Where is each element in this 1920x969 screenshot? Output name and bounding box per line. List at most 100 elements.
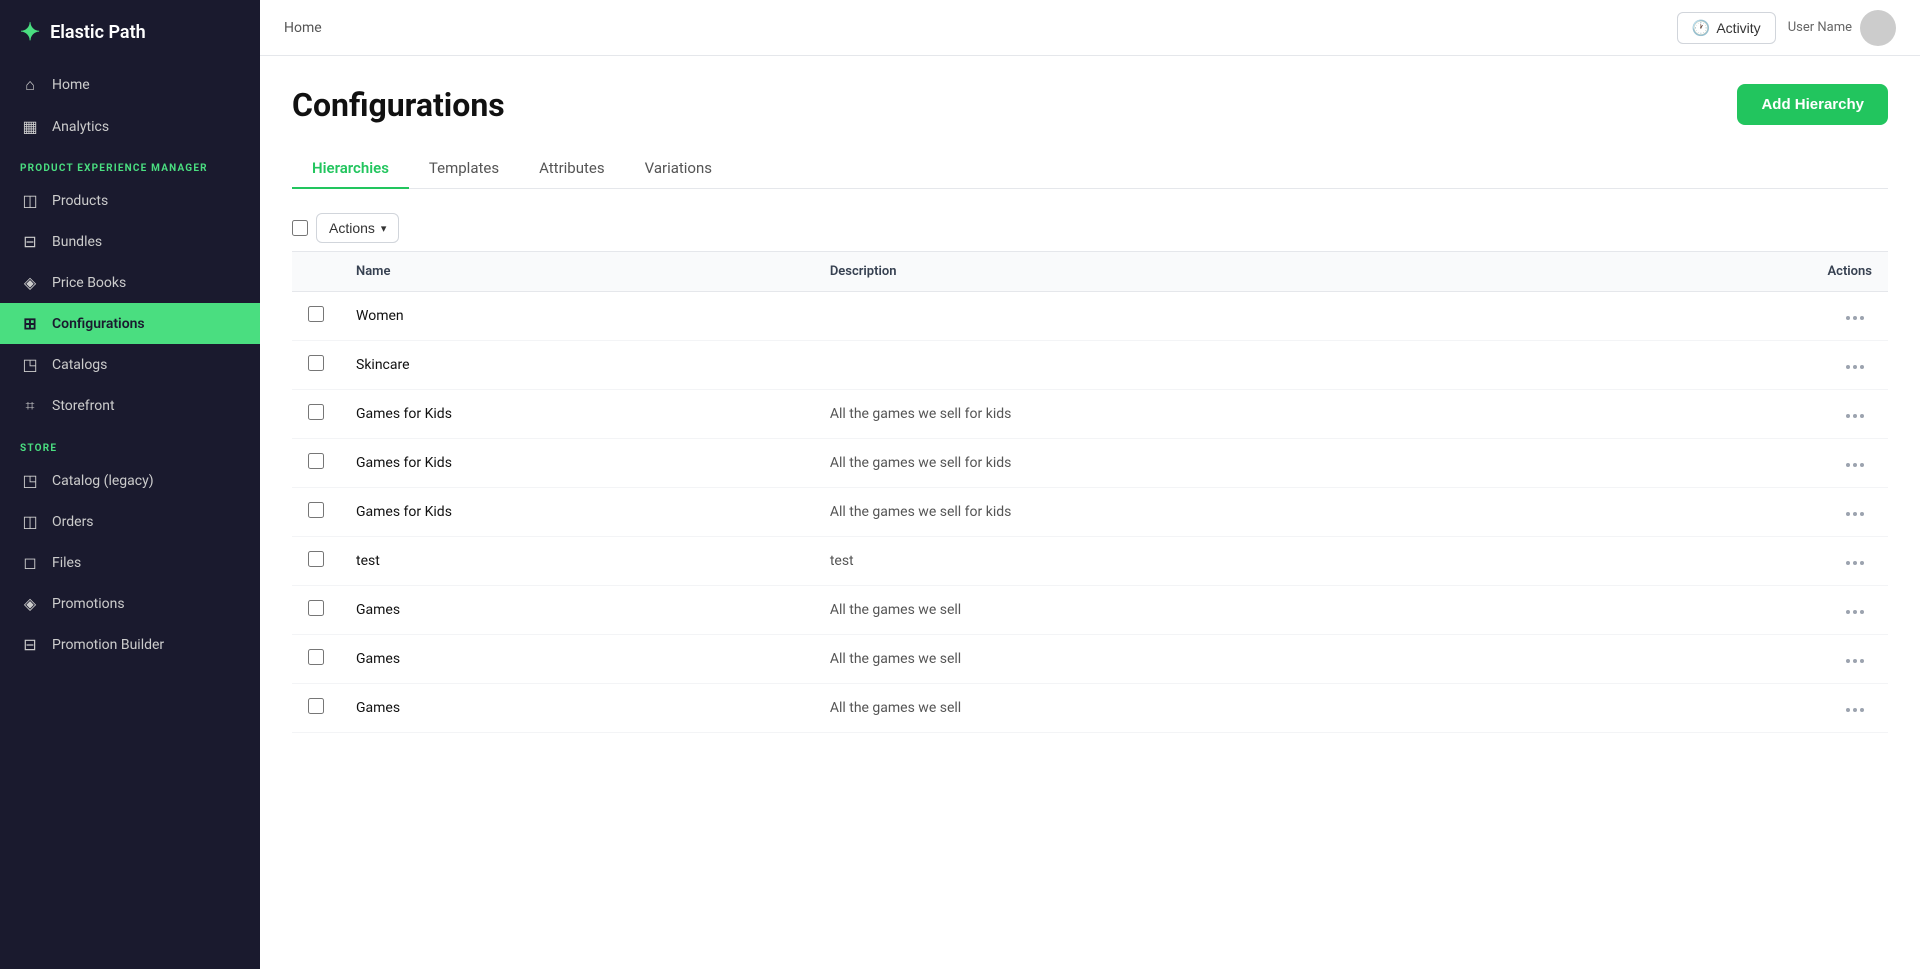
row-name: Games for Kids [340,439,814,488]
row-actions-cell [1605,586,1888,635]
row-actions-menu-button[interactable] [1838,312,1872,324]
tab-attributes[interactable]: Attributes [519,149,625,189]
sidebar-item-orders[interactable]: ◫ Orders [0,501,260,542]
sidebar-item-price-books[interactable]: ◈ Price Books [0,262,260,303]
row-description: All the games we sell for kids [814,439,1605,488]
row-actions-cell [1605,488,1888,537]
select-all-checkbox[interactable] [292,220,308,236]
sidebar-logo: ✦ Elastic Path [0,0,260,64]
row-actions-menu-button[interactable] [1838,410,1872,422]
row-actions-cell [1605,635,1888,684]
sidebar-item-products[interactable]: ◫ Products [0,180,260,221]
avatar[interactable] [1860,10,1896,46]
breadcrumb: Home [284,20,322,36]
sidebar-item-configurations[interactable]: ⊞ Configurations [0,303,260,344]
sidebar-logo-text: Elastic Path [50,22,146,43]
sidebar-item-storefront[interactable]: ⌗ Storefront [0,385,260,427]
row-actions-menu-button[interactable] [1838,606,1872,618]
user-avatar-area: User Name [1788,10,1896,46]
table-row: Games All the games we sell [292,684,1888,733]
dot-2 [1853,512,1857,516]
tabs-bar: Hierarchies Templates Attributes Variati… [292,149,1888,189]
actions-dropdown-button[interactable]: Actions ▾ [316,213,399,243]
dot-1 [1846,561,1850,565]
col-description: Description [814,252,1605,292]
table-row: Games for Kids All the games we sell for… [292,390,1888,439]
row-description [814,341,1605,390]
dot-2 [1853,463,1857,467]
row-checkbox[interactable] [308,551,324,567]
sidebar-item-products-label: Products [52,193,108,209]
row-checkbox[interactable] [308,355,324,371]
sidebar-item-promotion-builder[interactable]: ⊟ Promotion Builder [0,624,260,665]
activity-button[interactable]: 🕐 Activity [1677,12,1776,44]
sidebar-pem-nav: ◫ Products ⊟ Bundles ◈ Price Books ⊞ Con… [0,180,260,427]
sidebar-item-home[interactable]: ⌂ Home [0,64,260,106]
row-description: All the games we sell for kids [814,488,1605,537]
dot-2 [1853,610,1857,614]
row-actions-menu-button[interactable] [1838,704,1872,716]
row-checkbox[interactable] [308,404,324,420]
dot-1 [1846,659,1850,663]
dot-1 [1846,316,1850,320]
page-title: Configurations [292,86,505,124]
add-hierarchy-button[interactable]: Add Hierarchy [1737,84,1888,125]
user-name: User Name [1788,20,1852,35]
tab-templates[interactable]: Templates [409,149,519,189]
row-actions-cell [1605,292,1888,341]
row-actions-menu-button[interactable] [1838,655,1872,667]
dot-2 [1853,561,1857,565]
dot-3 [1860,708,1864,712]
row-name: Skincare [340,341,814,390]
sidebar-item-promotion-builder-label: Promotion Builder [52,637,164,653]
dot-3 [1860,659,1864,663]
row-checkbox[interactable] [308,649,324,665]
table-row: Games All the games we sell [292,586,1888,635]
sidebar-item-bundles[interactable]: ⊟ Bundles [0,221,260,262]
table-row: Games for Kids All the games we sell for… [292,488,1888,537]
row-checkbox[interactable] [308,698,324,714]
dot-3 [1860,365,1864,369]
hierarchies-table: Name Description Actions Women [292,251,1888,733]
sidebar-item-price-books-label: Price Books [52,275,126,291]
row-actions-cell [1605,390,1888,439]
sidebar-item-files[interactable]: ◻ Files [0,542,260,583]
storefront-icon: ⌗ [20,396,40,416]
row-checkbox[interactable] [308,502,324,518]
dot-2 [1853,414,1857,418]
table-row: test test [292,537,1888,586]
row-description: All the games we sell [814,635,1605,684]
row-name: test [340,537,814,586]
tab-variations[interactable]: Variations [625,149,732,189]
row-checkbox[interactable] [308,453,324,469]
row-checkbox-cell [292,684,340,733]
row-actions-menu-button[interactable] [1838,508,1872,520]
row-name: Games [340,635,814,684]
row-checkbox-cell [292,488,340,537]
dot-3 [1860,414,1864,418]
topbar-right: 🕐 Activity User Name [1677,10,1896,46]
dot-2 [1853,316,1857,320]
row-checkbox-cell [292,390,340,439]
row-checkbox[interactable] [308,306,324,322]
row-actions-menu-button[interactable] [1838,459,1872,471]
sidebar-item-promotions[interactable]: ◈ Promotions [0,583,260,624]
sidebar-item-catalogs[interactable]: ◳ Catalogs [0,344,260,385]
row-actions-menu-button[interactable] [1838,361,1872,373]
dot-1 [1846,610,1850,614]
row-description: All the games we sell [814,586,1605,635]
promotion-builder-icon: ⊟ [20,635,40,654]
row-actions-cell [1605,537,1888,586]
row-actions-cell [1605,439,1888,488]
tab-hierarchies[interactable]: Hierarchies [292,149,409,189]
row-actions-menu-button[interactable] [1838,557,1872,569]
sidebar-item-promotions-label: Promotions [52,596,125,612]
col-name: Name [340,252,814,292]
sidebar-item-analytics-label: Analytics [52,119,109,135]
sidebar-item-analytics[interactable]: ▦ Analytics [0,106,260,147]
row-checkbox[interactable] [308,600,324,616]
table-row: Games All the games we sell [292,635,1888,684]
row-name: Games for Kids [340,488,814,537]
catalogs-icon: ◳ [20,355,40,374]
sidebar-item-catalog-legacy[interactable]: ◳ Catalog (legacy) [0,460,260,501]
